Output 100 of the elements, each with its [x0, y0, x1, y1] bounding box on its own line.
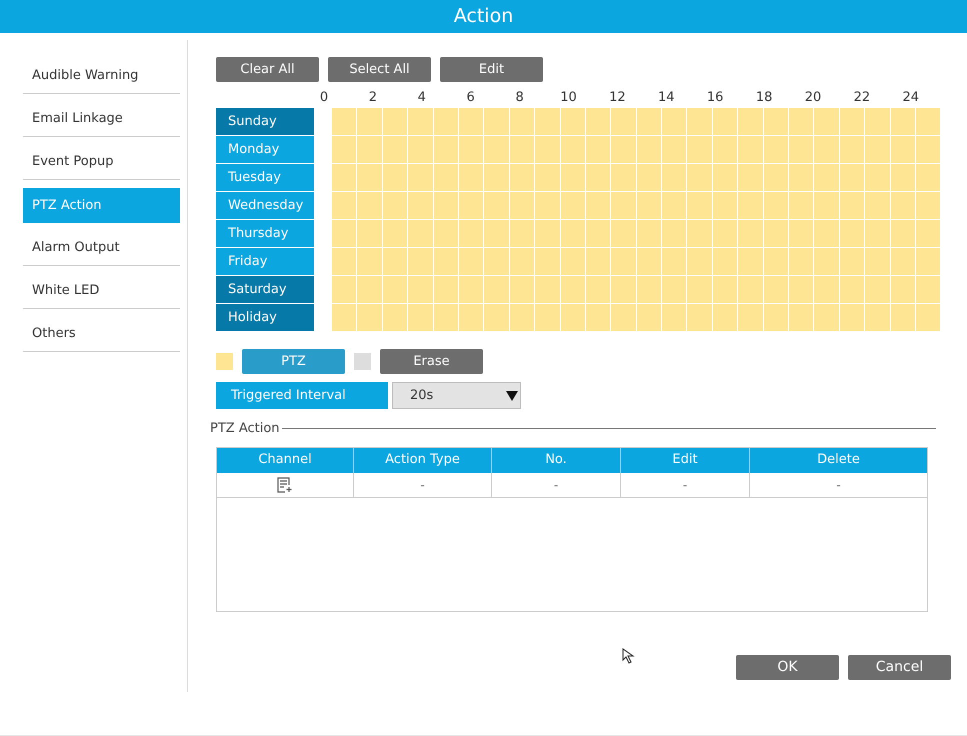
schedule-cell[interactable]: [764, 304, 788, 331]
schedule-cell[interactable]: [434, 248, 458, 275]
sidebar-item[interactable]: Others: [23, 317, 180, 352]
schedule-cell[interactable]: [332, 276, 356, 303]
schedule-cell[interactable]: [434, 276, 458, 303]
schedule-cell[interactable]: [484, 108, 509, 135]
schedule-cell[interactable]: [764, 220, 788, 247]
schedule-cell[interactable]: [636, 192, 662, 219]
schedule-cell[interactable]: [890, 276, 915, 303]
schedule-cell[interactable]: [332, 164, 356, 191]
schedule-cell[interactable]: [357, 192, 382, 219]
schedule-cell[interactable]: [382, 108, 408, 135]
schedule-cell[interactable]: [332, 248, 356, 275]
schedule-cell[interactable]: [611, 248, 636, 275]
schedule-cell[interactable]: [662, 276, 686, 303]
schedule-cell[interactable]: [789, 164, 814, 191]
schedule-cell[interactable]: [332, 136, 356, 163]
schedule-cell[interactable]: [712, 164, 738, 191]
schedule-cell[interactable]: [890, 192, 915, 219]
schedule-cell[interactable]: [789, 192, 814, 219]
schedule-cell[interactable]: [890, 248, 915, 275]
schedule-cell[interactable]: [814, 276, 839, 303]
schedule-cell[interactable]: [662, 220, 686, 247]
schedule-cell[interactable]: [357, 248, 382, 275]
schedule-cell[interactable]: [662, 108, 686, 135]
dialog-button[interactable]: Cancel: [848, 654, 951, 680]
toolbar-button[interactable]: Clear All: [216, 57, 319, 82]
schedule-cell[interactable]: [814, 304, 839, 331]
schedule-cell[interactable]: [484, 164, 509, 191]
schedule-cell[interactable]: [712, 108, 738, 135]
schedule-cell[interactable]: [916, 136, 940, 163]
schedule-cell[interactable]: [408, 304, 433, 331]
mode-button[interactable]: Erase: [380, 349, 483, 374]
schedule-cell[interactable]: [636, 136, 662, 163]
schedule-cell[interactable]: [662, 192, 686, 219]
schedule-cell[interactable]: [636, 248, 662, 275]
schedule-cell[interactable]: [636, 304, 662, 331]
schedule-cell[interactable]: [687, 136, 712, 163]
schedule-cell[interactable]: [712, 304, 738, 331]
schedule-cell[interactable]: [535, 276, 560, 303]
toolbar-button[interactable]: Edit: [440, 57, 543, 82]
schedule-cell[interactable]: [535, 192, 560, 219]
schedule-cell[interactable]: [840, 220, 864, 247]
schedule-cell[interactable]: [458, 108, 484, 135]
schedule-cell[interactable]: [865, 136, 890, 163]
schedule-cell[interactable]: [840, 136, 864, 163]
schedule-cell[interactable]: [916, 108, 940, 135]
schedule-cell[interactable]: [738, 248, 763, 275]
schedule-cell[interactable]: [687, 248, 712, 275]
schedule-cell[interactable]: [434, 108, 458, 135]
schedule-cell[interactable]: [382, 164, 408, 191]
schedule-cell[interactable]: [814, 220, 839, 247]
add-list-icon[interactable]: [277, 476, 293, 492]
schedule-cell[interactable]: [840, 248, 864, 275]
schedule-cell[interactable]: [611, 192, 636, 219]
schedule-cell[interactable]: [764, 248, 788, 275]
schedule-cell[interactable]: [510, 248, 534, 275]
schedule-cell[interactable]: [434, 136, 458, 163]
schedule-cell[interactable]: [560, 276, 585, 303]
schedule-cell[interactable]: [890, 220, 915, 247]
schedule-cell[interactable]: [890, 136, 915, 163]
schedule-cell[interactable]: [357, 304, 382, 331]
schedule-cell[interactable]: [586, 164, 610, 191]
schedule-cell[interactable]: [458, 192, 484, 219]
schedule-cell[interactable]: [814, 108, 839, 135]
schedule-cell[interactable]: [586, 276, 610, 303]
schedule-cell[interactable]: [890, 164, 915, 191]
schedule-cell[interactable]: [408, 220, 433, 247]
schedule-cell[interactable]: [890, 108, 915, 135]
schedule-cell[interactable]: [738, 220, 763, 247]
schedule-cell[interactable]: [332, 304, 356, 331]
schedule-cell[interactable]: [687, 192, 712, 219]
schedule-cell[interactable]: [510, 304, 534, 331]
schedule-cell[interactable]: [814, 164, 839, 191]
schedule-cell[interactable]: [560, 108, 585, 135]
schedule-cell[interactable]: [840, 108, 864, 135]
schedule-cell[interactable]: [738, 304, 763, 331]
sidebar-item[interactable]: Event Popup: [23, 145, 180, 180]
schedule-cell[interactable]: [865, 304, 890, 331]
schedule-cell[interactable]: [840, 164, 864, 191]
schedule-cell[interactable]: [560, 164, 585, 191]
schedule-cell[interactable]: [586, 248, 610, 275]
schedule-cell[interactable]: [484, 192, 509, 219]
schedule-cell[interactable]: [458, 136, 484, 163]
schedule-cell[interactable]: [458, 220, 484, 247]
schedule-cell[interactable]: [687, 164, 712, 191]
schedule-cell[interactable]: [535, 220, 560, 247]
schedule-cell[interactable]: [611, 164, 636, 191]
schedule-cell[interactable]: [560, 248, 585, 275]
schedule-cell[interactable]: [611, 276, 636, 303]
schedule-cell[interactable]: [560, 136, 585, 163]
schedule-cell[interactable]: [510, 220, 534, 247]
schedule-cell[interactable]: [789, 304, 814, 331]
schedule-cell[interactable]: [865, 192, 890, 219]
schedule-cell[interactable]: [865, 276, 890, 303]
schedule-cell[interactable]: [484, 136, 509, 163]
schedule-cell[interactable]: [357, 164, 382, 191]
schedule-cell[interactable]: [434, 220, 458, 247]
schedule-cell[interactable]: [510, 276, 534, 303]
schedule-cell[interactable]: [586, 192, 610, 219]
